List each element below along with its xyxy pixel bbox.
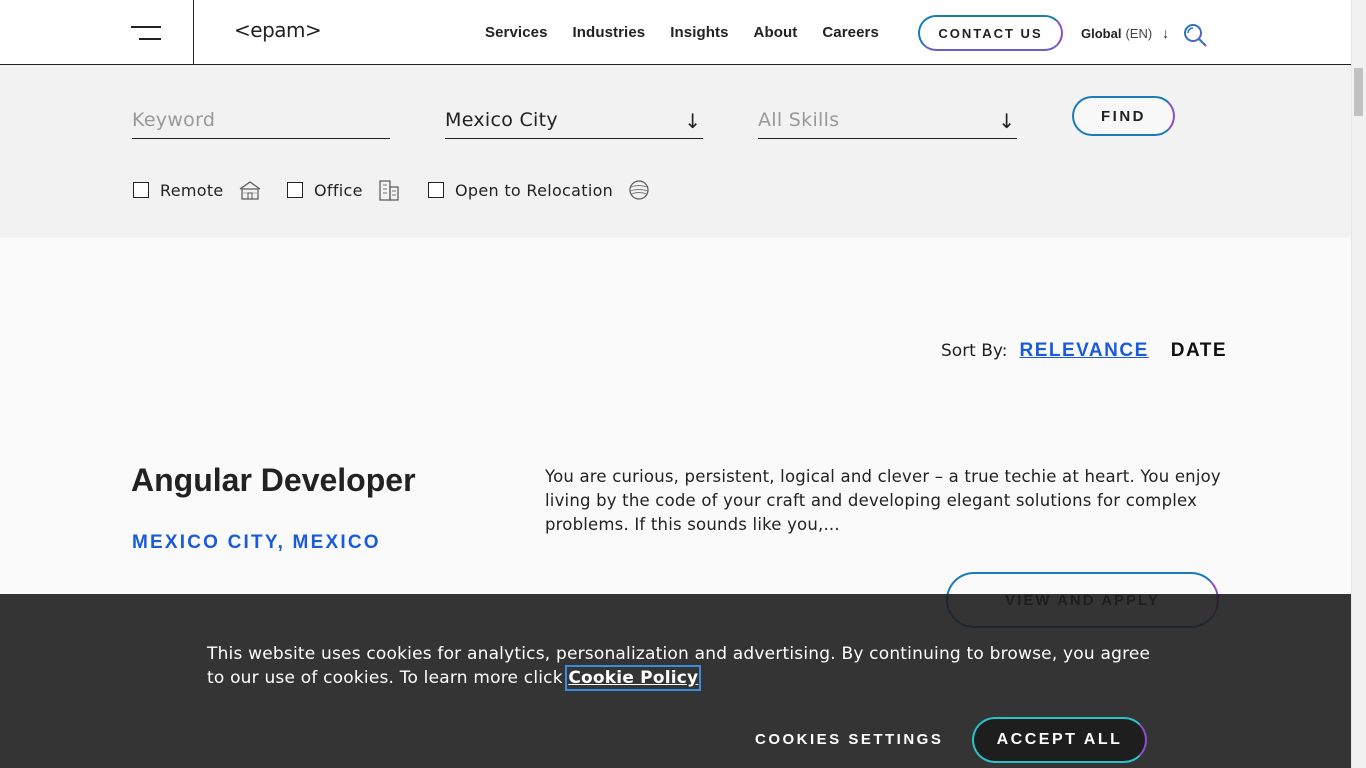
- accept-all-button[interactable]: ACCEPT ALL: [972, 717, 1147, 763]
- epam-logo[interactable]: <epam>: [234, 18, 322, 42]
- relocation-label: Open to Relocation: [455, 180, 614, 200]
- skills-placeholder: All Skills: [758, 109, 840, 131]
- sort-date-link[interactable]: DATE: [1171, 340, 1227, 362]
- job-description: You are curious, persistent, logical and…: [545, 467, 1221, 534]
- office-label: Office: [314, 180, 363, 200]
- header-divider: [193, 0, 194, 65]
- arrow-down-icon: ↓: [998, 109, 1015, 133]
- find-button[interactable]: FIND: [1072, 96, 1175, 136]
- contact-us-button[interactable]: CONTACT US: [918, 15, 1063, 51]
- language-label: (EN): [1125, 25, 1153, 41]
- language-selector[interactable]: Global (EN) ↓: [1081, 25, 1169, 41]
- checkbox[interactable]: [287, 182, 303, 198]
- location-value: Mexico City: [445, 109, 558, 131]
- scrollbar-thumb[interactable]: [1354, 68, 1363, 116]
- sort-label: Sort By:: [941, 341, 1008, 361]
- remote-checkbox[interactable]: Remote: [133, 179, 262, 201]
- cookie-banner: This website uses cookies for analytics,…: [0, 594, 1351, 768]
- cookie-message: This website uses cookies for analytics,…: [207, 642, 1167, 691]
- skills-select[interactable]: All Skills ↓: [758, 105, 1017, 139]
- sort-controls: Sort By: RELEVANCE DATE: [941, 340, 1227, 362]
- site-header: <epam> Services Industries Insights Abou…: [0, 0, 1351, 65]
- globe-icon: [629, 180, 649, 200]
- keyword-input[interactable]: Keyword: [132, 105, 390, 139]
- arrow-down-icon: ↓: [684, 109, 701, 133]
- search-icon[interactable]: [1182, 22, 1208, 48]
- checkbox[interactable]: [133, 182, 149, 198]
- nav-insights[interactable]: Insights: [670, 24, 728, 41]
- main-nav: Services Industries Insights About Caree…: [485, 24, 904, 41]
- home-icon: [239, 181, 260, 200]
- keyword-placeholder: Keyword: [132, 109, 216, 131]
- cookie-policy-link[interactable]: Cookie Policy: [565, 665, 702, 691]
- menu-icon[interactable]: [131, 24, 163, 42]
- nav-careers[interactable]: Careers: [822, 24, 879, 41]
- checkbox[interactable]: [428, 182, 444, 198]
- nav-services[interactable]: Services: [485, 24, 548, 41]
- nav-industries[interactable]: Industries: [573, 24, 646, 41]
- job-title[interactable]: Angular Developer: [131, 462, 416, 499]
- office-checkbox[interactable]: Office: [287, 179, 401, 201]
- location-select[interactable]: Mexico City ↓: [445, 105, 703, 139]
- sort-relevance-link[interactable]: RELEVANCE: [1019, 340, 1148, 362]
- arrow-down-icon: ↓: [1162, 25, 1170, 41]
- nav-about[interactable]: About: [754, 24, 798, 41]
- region-label: Global: [1081, 25, 1122, 41]
- job-search-panel: Keyword Mexico City ↓ All Skills ↓ FIND …: [0, 65, 1351, 238]
- remote-label: Remote: [160, 180, 224, 200]
- job-location[interactable]: MEXICO CITY, MEXICO: [132, 532, 381, 554]
- cookies-settings-button[interactable]: COOKIES SETTINGS: [755, 731, 943, 748]
- scrollbar[interactable]: [1351, 0, 1366, 768]
- building-icon: [379, 180, 399, 201]
- relocation-checkbox[interactable]: Open to Relocation: [428, 179, 651, 201]
